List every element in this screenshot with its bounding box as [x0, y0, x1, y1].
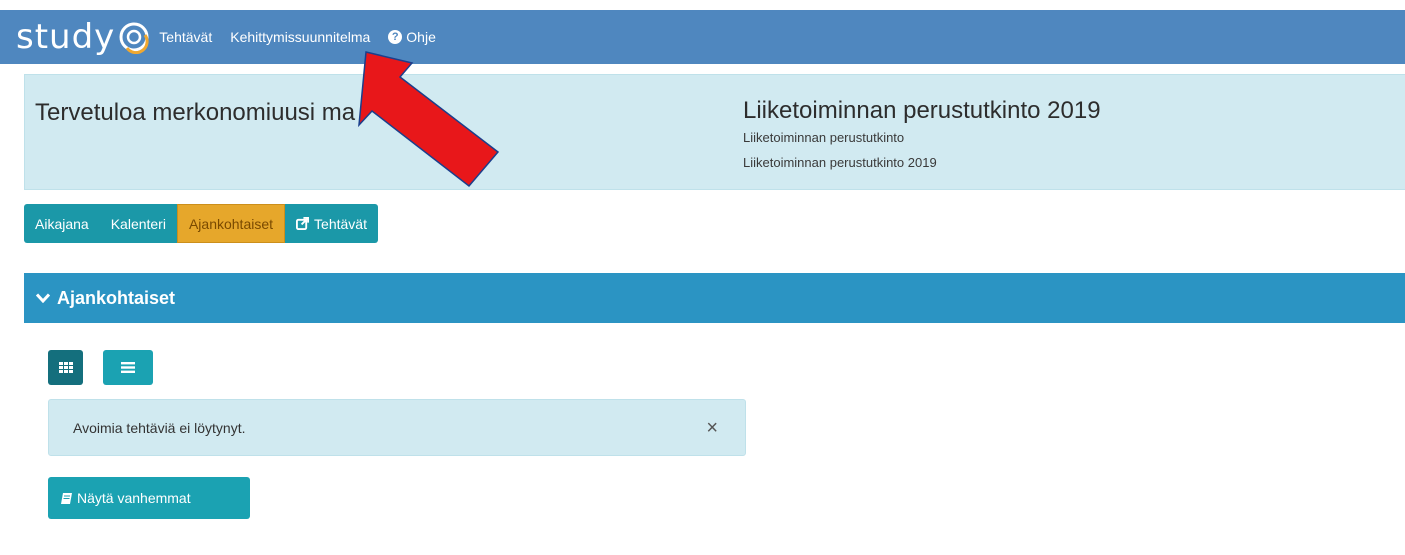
annotation-arrow-overlay: [358, 51, 500, 188]
red-pointer-arrow: [358, 51, 500, 188]
